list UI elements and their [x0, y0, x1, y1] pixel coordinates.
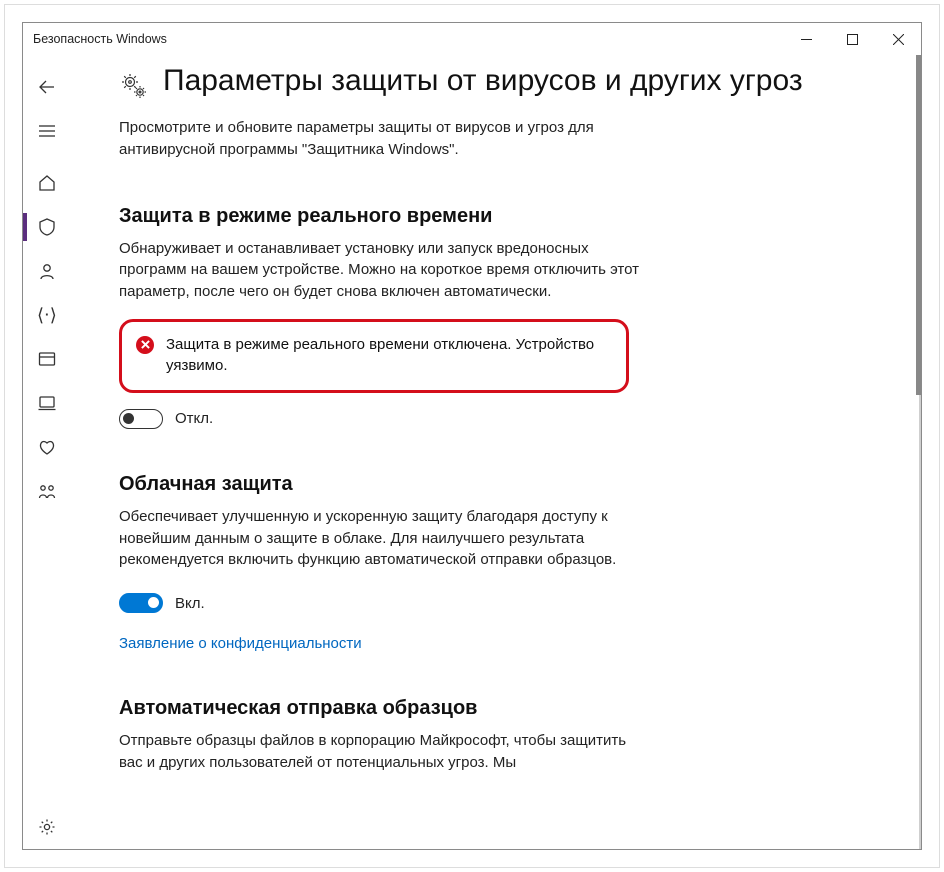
window: Безопасность Windows	[22, 22, 922, 850]
menu-button[interactable]	[23, 109, 71, 153]
privacy-statement-link[interactable]: Заявление о конфиденциальности	[119, 635, 362, 652]
realtime-description: Обнаруживает и останавливает установку и…	[119, 238, 639, 303]
samples-description: Отправьте образцы файлов в корпорацию Ма…	[119, 730, 639, 774]
content-scroll[interactable]: Параметры защиты от вирусов и других угр…	[119, 55, 911, 849]
cloud-toggle[interactable]	[119, 593, 163, 613]
nav-app-browser[interactable]	[23, 337, 71, 381]
close-button[interactable]	[875, 23, 921, 55]
page-header: Параметры защиты от вирусов и других угр…	[119, 61, 903, 101]
nav-firewall[interactable]: ⟨⋅⟩	[23, 293, 71, 337]
minimize-button[interactable]	[783, 23, 829, 55]
section-cloud-protection: Облачная защита Обеспечивает улучшенную …	[119, 473, 639, 653]
cloud-heading: Облачная защита	[119, 473, 639, 496]
maximize-button[interactable]	[829, 23, 875, 55]
settings-gears-icon	[119, 71, 149, 101]
nav-virus-protection[interactable]	[23, 205, 71, 249]
page-description: Просмотрите и обновите параметры защиты …	[119, 117, 639, 161]
nav-device-performance[interactable]	[23, 425, 71, 469]
nav-home[interactable]	[23, 161, 71, 205]
back-button[interactable]	[23, 65, 71, 109]
nav-settings[interactable]	[23, 805, 71, 849]
cloud-description: Обеспечивает улучшенную и ускоренную защ…	[119, 506, 639, 571]
window-controls	[783, 23, 921, 55]
antenna-icon: ⟨⋅⟩	[37, 305, 57, 325]
app-frame: Безопасность Windows	[0, 0, 944, 872]
realtime-toggle-row: Откл.	[119, 409, 639, 429]
section-auto-sample-submission: Автоматическая отправка образцов Отправь…	[119, 697, 639, 774]
realtime-toggle-label: Откл.	[175, 410, 213, 427]
nav-family-options[interactable]	[23, 469, 71, 513]
section-realtime-protection: Защита в режиме реального времени Обнару…	[119, 205, 639, 429]
realtime-heading: Защита в режиме реального времени	[119, 205, 639, 228]
content-wrap: Параметры защиты от вирусов и других угр…	[71, 55, 921, 849]
realtime-toggle[interactable]	[119, 409, 163, 429]
page-title: Параметры защиты от вирусов и других угр…	[163, 61, 803, 100]
realtime-alert-text: Защита в режиме реального времени отключ…	[166, 334, 610, 376]
body: ⟨⋅⟩	[23, 55, 921, 849]
titlebar: Безопасность Windows	[23, 23, 921, 55]
nav-device-security[interactable]	[23, 381, 71, 425]
samples-heading: Автоматическая отправка образцов	[119, 697, 639, 720]
error-icon	[136, 336, 154, 354]
window-title: Безопасность Windows	[33, 32, 167, 46]
nav-account-protection[interactable]	[23, 249, 71, 293]
cloud-toggle-label: Вкл.	[175, 595, 205, 612]
cloud-toggle-row: Вкл.	[119, 593, 639, 613]
realtime-alert: Защита в режиме реального времени отключ…	[119, 319, 629, 393]
nav-rail: ⟨⋅⟩	[23, 55, 71, 849]
scrollbar-thumb[interactable]	[916, 55, 921, 395]
